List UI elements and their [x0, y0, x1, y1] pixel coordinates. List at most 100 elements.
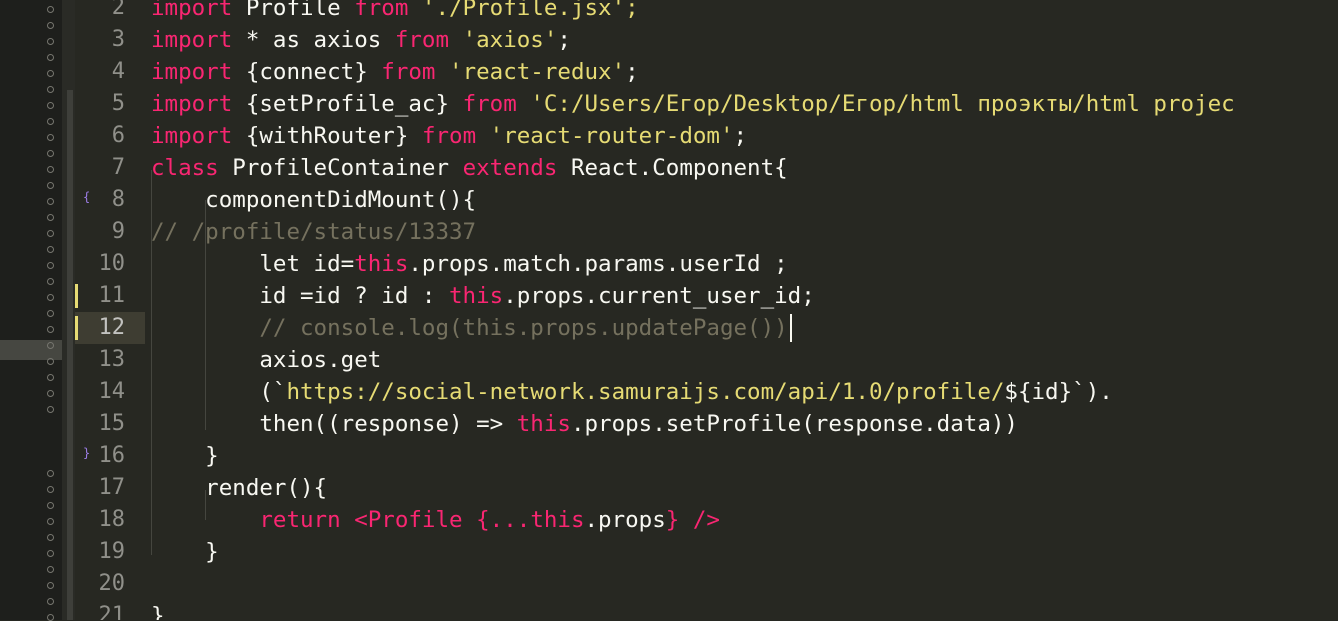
code-token: ProfileContainer [218, 155, 463, 181]
code-line[interactable]: 10 let id=this.props.match.params.userId… [75, 248, 1338, 280]
code-token: './Profile.jsx'; [408, 0, 639, 21]
code-text[interactable]: // /profile/status/13337 [151, 216, 476, 248]
code-text[interactable]: } [151, 600, 165, 620]
code-token: (` [151, 379, 287, 405]
minimap-dot-icon [47, 486, 54, 493]
code-line[interactable]: 14 (`https://social-network.samuraijs.co… [75, 376, 1338, 408]
code-text[interactable]: // console.log(this.props.updatePage()) [151, 312, 788, 344]
code-token: ${id} [1004, 379, 1073, 405]
code-token: this [516, 411, 571, 437]
code-token: render(){ [151, 475, 328, 501]
code-token: } [151, 443, 219, 469]
code-token: https://social-network.samuraijs.com/api… [286, 379, 1005, 405]
code-token: .props.current_user_id; [503, 283, 815, 309]
code-token: id =id ? id : [151, 283, 450, 309]
code-text[interactable]: return <Profile {...this.props} /> [151, 504, 720, 536]
code-text[interactable]: axios.get [151, 344, 381, 376]
minimap-dot-icon [47, 358, 54, 365]
minimap-dot-icon [47, 406, 54, 413]
code-line[interactable]: 12 // console.log(this.props.updatePage(… [75, 312, 1338, 344]
line-number[interactable]: 7 [75, 152, 145, 184]
code-text[interactable]: class ProfileContainer extends React.Com… [151, 152, 788, 184]
code-text[interactable]: import * as axios from 'axios'; [151, 24, 571, 56]
code-text[interactable]: id =id ? id : this.props.current_user_id… [151, 280, 815, 312]
code-token: <Profile {... [354, 507, 531, 533]
code-line[interactable]: 13 axios.get [75, 344, 1338, 376]
minimap-dot-icon [47, 86, 54, 93]
code-text[interactable]: render(){ [151, 472, 327, 504]
code-line[interactable]: 2 import Profile from './Profile.jsx'; [75, 0, 1338, 24]
line-number[interactable]: 14 [75, 376, 145, 408]
code-text[interactable]: import {withRouter} from 'react-router-d… [151, 120, 747, 152]
code-token: import [151, 59, 233, 85]
code-text[interactable]: then((response) => this.props.setProfile… [151, 408, 1018, 440]
code-text[interactable]: (`https://social-network.samuraijs.com/a… [151, 376, 1112, 408]
code-editor[interactable]: 2 import Profile from './Profile.jsx'; 3 im… [75, 0, 1338, 620]
minimap-dot-icon [47, 502, 54, 509]
minimap-dot-icon [47, 518, 54, 525]
minimap-dot-icon [47, 598, 54, 605]
minimap-dot-icon [47, 134, 54, 141]
line-number[interactable]: 19 [75, 536, 145, 568]
code-text[interactable]: import Profile from './Profile.jsx'; [151, 0, 639, 24]
code-line[interactable]: 9// /profile/status/13337 [75, 216, 1338, 248]
code-token: // /profile/status/13337 [151, 219, 477, 245]
code-token: 'react-router-dom' [489, 123, 734, 149]
code-token: Profile [232, 0, 355, 21]
line-number[interactable]: 6 [75, 120, 145, 152]
code-line[interactable]: 8{ componentDidMount(){ [75, 184, 1338, 216]
code-token: componentDidMount(){ [151, 187, 477, 213]
code-line[interactable]: 15 then((response) => this.props.setProf… [75, 408, 1338, 440]
scrollbar-thumb[interactable] [67, 90, 73, 620]
code-token: .props.match.params.userId ; [408, 251, 788, 277]
line-number[interactable]: 17 [75, 472, 145, 504]
code-text[interactable]: } [151, 440, 219, 472]
code-token: ; [625, 59, 639, 85]
code-text[interactable]: let id=this.props.match.params.userId ; [151, 248, 788, 280]
code-text[interactable]: import {setProfile_ac} from 'C:/Users/Ег… [151, 88, 1235, 120]
code-line[interactable]: 16} } [75, 440, 1338, 472]
minimap-dot-icon [47, 22, 54, 29]
code-line[interactable]: 21} [75, 600, 1338, 620]
code-line[interactable]: 11 id =id ? id : this.props.current_user… [75, 280, 1338, 312]
line-number[interactable]: 10 [75, 248, 145, 280]
line-number[interactable]: 20 [75, 568, 145, 600]
code-token: from [354, 0, 409, 21]
code-line[interactable]: 20 [75, 568, 1338, 600]
code-token: extends [462, 155, 558, 181]
code-line[interactable]: 18 return <Profile {...this.props} /> [75, 504, 1338, 536]
line-number[interactable]: 15 [75, 408, 145, 440]
code-line[interactable]: 7 class ProfileContainer extends React.Co… [75, 152, 1338, 184]
line-number[interactable]: 5 [75, 88, 145, 120]
code-line[interactable]: 17 render(){ [75, 472, 1338, 504]
line-number[interactable]: 11 [75, 280, 145, 312]
line-number[interactable]: 21 [75, 600, 145, 620]
line-number[interactable]: 9 [75, 216, 145, 248]
code-text[interactable]: import {connect} from 'react-redux'; [151, 56, 639, 88]
line-number[interactable]: 18 [75, 504, 145, 536]
code-text[interactable]: componentDidMount(){ [151, 184, 476, 216]
line-number[interactable]: 12 [75, 312, 145, 344]
code-line[interactable]: 19 } [75, 536, 1338, 568]
code-line[interactable]: 5 import {setProfile_ac} from 'C:/Users/Е… [75, 88, 1338, 120]
fold-icon[interactable]: { [83, 184, 90, 210]
line-number[interactable]: 2 [75, 0, 145, 24]
minimap-dot-icon [47, 262, 54, 269]
line-number[interactable]: 4 [75, 56, 145, 88]
code-token: // console.log(this.props.updatePage()) [151, 315, 788, 341]
minimap-dot-icon [47, 6, 54, 13]
code-token: this [530, 507, 585, 533]
code-line[interactable]: 3 import * as axios from 'axios'; [75, 24, 1338, 56]
minimap-dot-icon [47, 566, 54, 573]
code-token: * as axios [232, 27, 395, 53]
code-line[interactable]: 4 import {connect} from 'react-redux'; [75, 56, 1338, 88]
line-number[interactable]: 3 [75, 24, 145, 56]
code-token: let id= [151, 251, 355, 277]
code-text[interactable]: } [151, 536, 219, 568]
line-number[interactable]: 13 [75, 344, 145, 376]
code-token: .props [584, 507, 666, 533]
code-line[interactable]: 6 import {withRouter} from 'react-router-… [75, 120, 1338, 152]
fold-icon[interactable]: } [83, 440, 90, 466]
